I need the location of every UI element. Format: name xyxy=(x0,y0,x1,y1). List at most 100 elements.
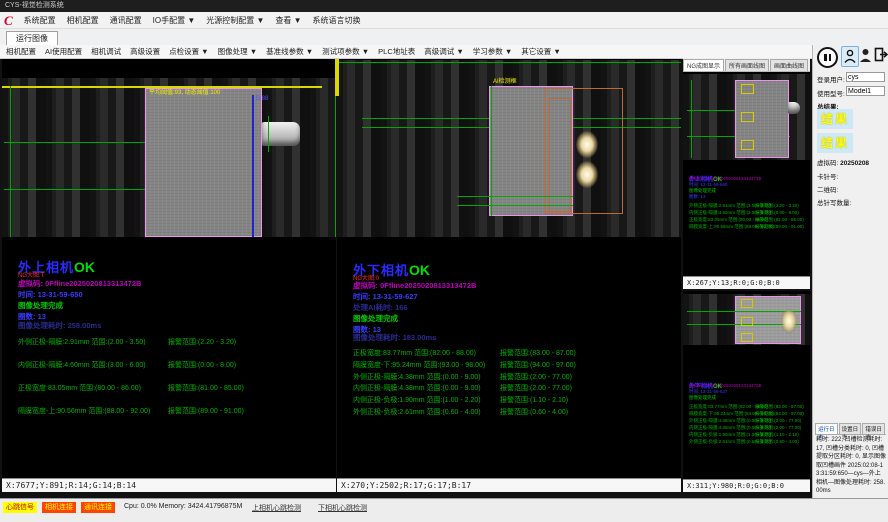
measurement-row: 正极宽度:83.77mm 范围:(82.00 - 88.00) 报警范围:(83… xyxy=(353,348,679,358)
menu-view[interactable]: 查看 ▼ xyxy=(275,15,301,26)
result-ok-badge: OK xyxy=(409,262,430,278)
alarm-range: 报警范围:(1.10 - 2.10) xyxy=(500,395,568,405)
measurement-row: 外侧正极-隔膜:4.38mm 范围:(0.00 - 9.00) 报警范围:(2.… xyxy=(353,372,679,382)
menu-light-config[interactable]: 光源控制配置 ▼ xyxy=(206,15,264,26)
tab-ng-image-display[interactable]: NG成图显示 xyxy=(683,59,724,71)
right-panel: 登录用户: 使用型号: 总结果: 结果 结果 虚拟码: 20250208 卡针号… xyxy=(812,45,888,498)
overlay-line xyxy=(337,62,681,63)
tab-error-log[interactable]: 错误日志 xyxy=(862,423,885,434)
process-time: 图像处理耗时: 258.00ms xyxy=(18,322,101,330)
title-bar: CYS-视觉检测系统 xyxy=(0,0,888,12)
overlay-line xyxy=(268,116,269,152)
mini-done-label: 图像处理完成 xyxy=(689,395,716,400)
tab-frame-curve[interactable]: 画面曲线图 xyxy=(770,59,808,71)
light-reflection xyxy=(576,131,598,158)
model-field[interactable] xyxy=(846,86,885,96)
alarm-range: 报警范围:(83.00 - 87.00) xyxy=(500,348,576,358)
measurement-label: 外侧正极-负极:2.61mm 范围:(0.60 - 4.00) xyxy=(353,409,481,416)
camera-connection-badge: 相机连接 xyxy=(42,502,76,513)
alarm-range: 报警范围:(81.00 - 85.00) xyxy=(168,383,244,393)
thumbnail-view-lower[interactable]: 外下相机OK 虚拟码: 0Ffline2025020813313472B 时间:… xyxy=(683,291,810,492)
ai-detection-box-inner xyxy=(549,98,571,212)
pause-button[interactable] xyxy=(817,47,838,68)
tool-test-params[interactable]: 测试项参数 ▼ xyxy=(322,46,369,57)
menu-io-config[interactable]: IO手配置 ▼ xyxy=(153,15,196,26)
tool-learning-params[interactable]: 学习参数 ▼ xyxy=(473,46,513,57)
roi-box xyxy=(741,333,753,342)
tool-ai-config[interactable]: AI使用配置 xyxy=(45,46,82,57)
tool-advanced-debug[interactable]: 高级调试 ▼ xyxy=(424,46,464,57)
alarm-range: 报警范围:(83.00 - 87.00) xyxy=(755,404,804,410)
alarm-range: 报警范围:(94.00 - 97.00) xyxy=(500,360,576,370)
operator-button[interactable] xyxy=(859,48,872,63)
pause-icon xyxy=(817,47,838,68)
overlay-line xyxy=(691,80,692,158)
virtual-code-label: 虚拟码: 20250208 xyxy=(817,157,869,167)
menu-language-switch[interactable]: 系统语言切换 xyxy=(313,15,361,26)
roi-box xyxy=(741,84,754,94)
logout-button[interactable] xyxy=(874,47,888,62)
login-user-field[interactable] xyxy=(846,72,885,82)
camera-view-upper[interactable]: 平均阈值:93, 动态阈值:100 B:88 外上相机OK NG大图:T 虚拟码… xyxy=(2,59,336,492)
menu-camera-config[interactable]: 相机配置 xyxy=(67,15,99,26)
measurement-label: 隔膜宽度-上:90.56mm 范围:(88.00 - 92.00) xyxy=(18,408,150,415)
alarm-range: 报警范围:(0.60 - 4.00) xyxy=(755,439,799,445)
alarm-range: 报警范围:(89.00 - 91.00) xyxy=(168,406,244,416)
write-count-label: 总针写数量: xyxy=(817,197,851,207)
tool-image-processing[interactable]: 图像处理 ▼ xyxy=(218,46,258,57)
alarm-range: 报警范围:(81.00 - 85.00) xyxy=(755,217,804,223)
measurement-row: 内侧正极-负极:1.90mm 范围:(1.00 - 2.20) 报警范围:(1.… xyxy=(353,395,679,405)
user-mode-button[interactable] xyxy=(841,46,859,67)
mini-measurement-row: 外侧正极-隔膜:2.91mm 范围:(2.00 - 3.50) 报警范围:(2.… xyxy=(689,203,808,209)
tab-run-log[interactable]: 运行日志 xyxy=(815,423,838,434)
alarm-range: 报警范围:(2.00 - 77.00) xyxy=(500,383,572,393)
toolbar: 相机配置 AI使用配置 相机调试 高级设置 点检设置 ▼ 图像处理 ▼ 基准线参… xyxy=(0,45,812,59)
measurement-label: 外侧正极-隔膜:4.38mm 范围:(0.00 - 9.00) xyxy=(353,374,481,381)
menu-system-config[interactable]: 系统配置 xyxy=(24,15,56,26)
measurement-label: 内侧正极-负极:1.90mm 范围:(1.00 - 2.20) xyxy=(353,397,481,404)
upper-camera-heartbeat-link[interactable]: 上相机心跳检测 xyxy=(252,503,301,513)
tool-baseline-params[interactable]: 基准线参数 ▼ xyxy=(266,46,313,57)
comm-connection-badge: 通讯连接 xyxy=(81,502,115,513)
roi-box xyxy=(741,317,753,326)
measurement-row: 外侧正极-隔膜:2.91mm 范围:(2.00 - 3.50) 报警范围:(2.… xyxy=(18,337,334,347)
overlay-line xyxy=(457,196,573,197)
measurement-row: 隔膜宽度-下:95.24mm 范围:(93.00 - 98.00) 报警范围:(… xyxy=(353,360,679,370)
tool-camera-debug[interactable]: 相机调试 xyxy=(91,46,121,57)
menu-comm-config[interactable]: 通讯配置 xyxy=(110,15,142,26)
alarm-range: 报警范围:(0.00 - 8.00) xyxy=(755,210,799,216)
camera-view-lower[interactable]: AI检测框 外下相机OK NG大图:0 虚拟码: 0Ffline20250208… xyxy=(337,59,681,492)
menu-bar: C 系统配置 相机配置 通讯配置 IO手配置 ▼ 光源控制配置 ▼ 查看 ▼ 系… xyxy=(0,12,888,29)
mini-measurement-row: 隔膜宽度-下:95.24mm 范围:(93.00 - 98.00) 报警范围:(… xyxy=(689,411,808,417)
alarm-range: 报警范围:(0.60 - 4.00) xyxy=(500,407,568,417)
tool-advanced-settings[interactable]: 高级设置 xyxy=(130,46,160,57)
tool-spotcheck-settings[interactable]: 点检设置 ▼ xyxy=(169,46,209,57)
thumbnail-view-upper[interactable]: 外上相机OK 虚拟码: 0Ffline2025020813313472B 时间:… xyxy=(683,72,810,289)
alarm-range: 报警范围:(2.00 - 77.00) xyxy=(755,425,801,431)
measurement-row: 内侧正极-隔膜:4.60mm 范围:(3.00 - 6.00) 报警范围:(0.… xyxy=(18,360,334,370)
mini-measurement-row: 正极宽度:83.77mm 范围:(82.00 - 88.00) 报警范围:(83… xyxy=(689,404,808,410)
alarm-range: 报警范围:(2.20 - 3.20) xyxy=(168,337,236,347)
overlay-line xyxy=(335,96,336,237)
tab-settings-log[interactable]: 设置日志 xyxy=(839,423,862,434)
mini-done-label: 图像处理完成 xyxy=(689,188,716,193)
window-title: CYS-视觉检测系统 xyxy=(5,2,64,9)
tab-all-frame-lines[interactable]: 所有画面线图 xyxy=(725,59,769,71)
mini-measurement-row: 正极宽度:83.05mm 范围:(80.00 - 86.00) 报警范围:(81… xyxy=(689,217,808,223)
tab-row: 运行图像 xyxy=(0,29,888,46)
mini-measurement-row: 外侧正极-负极:2.61mm 范围:(0.60 - 4.00) 报警范围:(0.… xyxy=(689,439,808,445)
run-log-text: 耗时: 222, 凹槽检测耗时: 17, 凹槽分类耗时: 0, 凹槽提取分区耗时… xyxy=(816,436,886,496)
tool-plc-address[interactable]: PLC地址表 xyxy=(378,46,415,57)
capture-time: 时间: 13-31-59-650 xyxy=(18,291,83,299)
process-done-label: 图像处理完成 xyxy=(18,302,63,310)
tool-camera-config[interactable]: 相机配置 xyxy=(6,46,36,57)
lower-camera-heartbeat-link[interactable]: 下相机心跳检测 xyxy=(318,503,367,513)
window-status-bar: 心跳信号 相机连接 通讯连接 Cpu: 0.0% Memory: 3424.41… xyxy=(0,498,888,522)
roi-box xyxy=(741,112,754,122)
coords-status-thumb-lower: X:311;Y:980;R:0;G:0;B:0 xyxy=(683,479,810,492)
turn-count: 圈数: 13 xyxy=(18,313,46,321)
heartbeat-status-badge: 心跳信号 xyxy=(3,502,37,513)
tool-other-settings[interactable]: 其它设置 ▼ xyxy=(521,46,561,57)
tab-run-image[interactable]: 运行图像 xyxy=(6,31,58,46)
app-window: CYS-视觉检测系统 C 系统配置 相机配置 通讯配置 IO手配置 ▼ 光源控制… xyxy=(0,0,888,522)
